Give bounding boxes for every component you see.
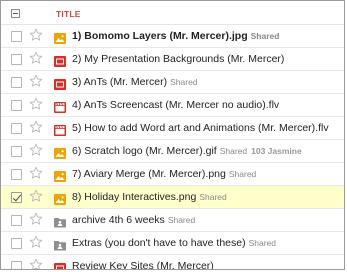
- shared-label: Shared: [170, 77, 198, 87]
- title-column-header[interactable]: TITLE: [56, 9, 81, 19]
- file-name[interactable]: 6) Scratch logo (Mr. Mercer).gif: [72, 145, 217, 157]
- file-title-link[interactable]: 5) How to add Word art and Animations (M…: [72, 122, 329, 134]
- row-checkbox[interactable]: [11, 146, 22, 157]
- star-icon[interactable]: [29, 235, 43, 249]
- row-checkbox[interactable]: [11, 54, 22, 65]
- file-row[interactable]: 3) AnTs (Mr. Mercer) Shared: [1, 71, 344, 94]
- image-icon: [54, 169, 66, 182]
- presentation-icon: [54, 54, 66, 67]
- shared-label: Shared: [219, 146, 248, 156]
- row-checkbox[interactable]: [11, 261, 22, 269]
- star-icon[interactable]: [29, 120, 43, 134]
- file-name[interactable]: 7) Aviary Merge (Mr. Mercer).png: [72, 168, 226, 180]
- file-list-panel: TITLE 1) Bomomo Layers (Mr. Mercer).jpg S…: [0, 0, 345, 270]
- row-checkbox[interactable]: [11, 192, 22, 203]
- video-icon: [54, 123, 66, 136]
- row-checkbox[interactable]: [11, 77, 22, 88]
- file-rows: 1) Bomomo Layers (Mr. Mercer).jpg Shared 2…: [1, 25, 344, 269]
- row-checkbox[interactable]: [11, 215, 22, 226]
- file-name[interactable]: 2) My Presentation Backgrounds (Mr. Merc…: [72, 53, 284, 65]
- file-name[interactable]: 1) Bomomo Layers (Mr. Mercer).jpg: [72, 30, 248, 42]
- file-title-link[interactable]: archive 4th 6 weeks Shared: [72, 214, 195, 226]
- file-row[interactable]: Review Key Sites (Mr. Mercer): [1, 255, 344, 269]
- row-checkbox[interactable]: [11, 123, 22, 134]
- file-title-link[interactable]: 6) Scratch logo (Mr. Mercer).gif Shared 10…: [72, 145, 302, 157]
- file-name[interactable]: 4) AnTs Screencast (Mr. Mercer no audio)…: [72, 99, 279, 111]
- star-icon[interactable]: [29, 258, 43, 269]
- shared-label: Shared: [167, 215, 196, 225]
- row-checkbox[interactable]: [11, 238, 22, 249]
- star-icon[interactable]: [29, 143, 43, 157]
- shared-folder-icon: [54, 215, 66, 228]
- file-row[interactable]: 2) My Presentation Backgrounds (Mr. Merc…: [1, 48, 344, 71]
- file-title-link[interactable]: Review Key Sites (Mr. Mercer): [72, 260, 214, 269]
- shared-label: Shared: [250, 31, 280, 41]
- star-icon[interactable]: [29, 51, 43, 65]
- file-name[interactable]: 8) Holiday Interactives.png: [72, 191, 196, 203]
- list-header: TITLE: [1, 1, 344, 25]
- star-icon[interactable]: [29, 97, 43, 111]
- file-title-link[interactable]: 3) AnTs (Mr. Mercer) Shared: [72, 76, 198, 88]
- select-all-checkbox[interactable]: [11, 9, 20, 18]
- file-row[interactable]: 6) Scratch logo (Mr. Mercer).gif Shared 10…: [1, 140, 344, 163]
- image-icon: [54, 192, 66, 205]
- row-checkbox[interactable]: [11, 169, 22, 180]
- file-row[interactable]: 8) Holiday Interactives.png Shared: [1, 186, 344, 209]
- row-checkbox[interactable]: [11, 31, 22, 42]
- star-icon[interactable]: [29, 28, 43, 42]
- file-row[interactable]: 5) How to add Word art and Animations (M…: [1, 117, 344, 140]
- file-row[interactable]: 1) Bomomo Layers (Mr. Mercer).jpg Shared: [1, 25, 344, 48]
- row-checkbox[interactable]: [11, 100, 22, 111]
- file-name[interactable]: 3) AnTs (Mr. Mercer): [72, 76, 167, 88]
- shared-label: Shared: [199, 192, 227, 202]
- file-row[interactable]: archive 4th 6 weeks Shared: [1, 209, 344, 232]
- image-icon: [54, 31, 66, 44]
- file-row[interactable]: 7) Aviary Merge (Mr. Mercer).png Shared: [1, 163, 344, 186]
- star-icon[interactable]: [29, 212, 43, 226]
- star-icon[interactable]: [29, 189, 43, 203]
- file-name[interactable]: archive 4th 6 weeks: [72, 214, 165, 226]
- file-title-link[interactable]: 1) Bomomo Layers (Mr. Mercer).jpg Shared: [72, 30, 279, 42]
- file-title-link[interactable]: Extras (you don't have to have these) Sha…: [72, 237, 276, 249]
- owner-label: 103 Jasmine: [251, 146, 302, 156]
- file-title-link[interactable]: 4) AnTs Screencast (Mr. Mercer no audio)…: [72, 99, 279, 111]
- file-title-link[interactable]: 2) My Presentation Backgrounds (Mr. Merc…: [72, 53, 284, 65]
- file-title-link[interactable]: 7) Aviary Merge (Mr. Mercer).png Shared: [72, 168, 256, 180]
- file-title-link[interactable]: 8) Holiday Interactives.png Shared: [72, 191, 227, 203]
- file-row[interactable]: 4) AnTs Screencast (Mr. Mercer no audio)…: [1, 94, 344, 117]
- file-name[interactable]: Extras (you don't have to have these): [72, 237, 246, 249]
- video-icon: [54, 100, 66, 113]
- presentation-icon: [54, 261, 66, 269]
- star-icon[interactable]: [29, 166, 43, 180]
- shared-folder-icon: [54, 238, 66, 251]
- file-name[interactable]: 5) How to add Word art and Animations (M…: [72, 122, 329, 134]
- star-icon[interactable]: [29, 74, 43, 88]
- presentation-icon: [54, 77, 66, 90]
- image-icon: [54, 146, 66, 159]
- file-row[interactable]: Extras (you don't have to have these) Sha…: [1, 232, 344, 255]
- file-name[interactable]: Review Key Sites (Mr. Mercer): [72, 260, 214, 269]
- shared-label: Shared: [248, 238, 277, 248]
- shared-label: Shared: [228, 169, 257, 179]
